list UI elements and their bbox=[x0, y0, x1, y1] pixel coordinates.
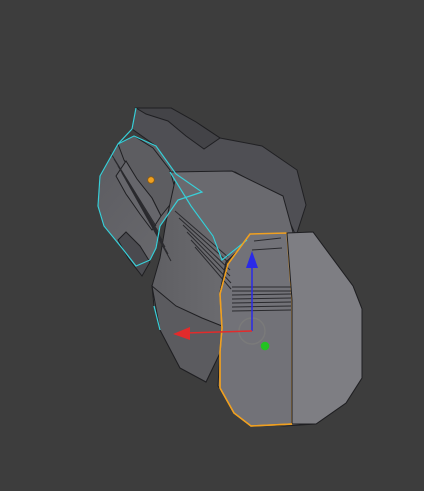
3d-viewport[interactable] bbox=[0, 0, 424, 491]
y-axis-dot[interactable] bbox=[260, 341, 270, 351]
viewport-canvas[interactable] bbox=[0, 0, 424, 491]
object-origin-dot bbox=[147, 176, 155, 184]
mesh-object[interactable] bbox=[97, 107, 363, 427]
